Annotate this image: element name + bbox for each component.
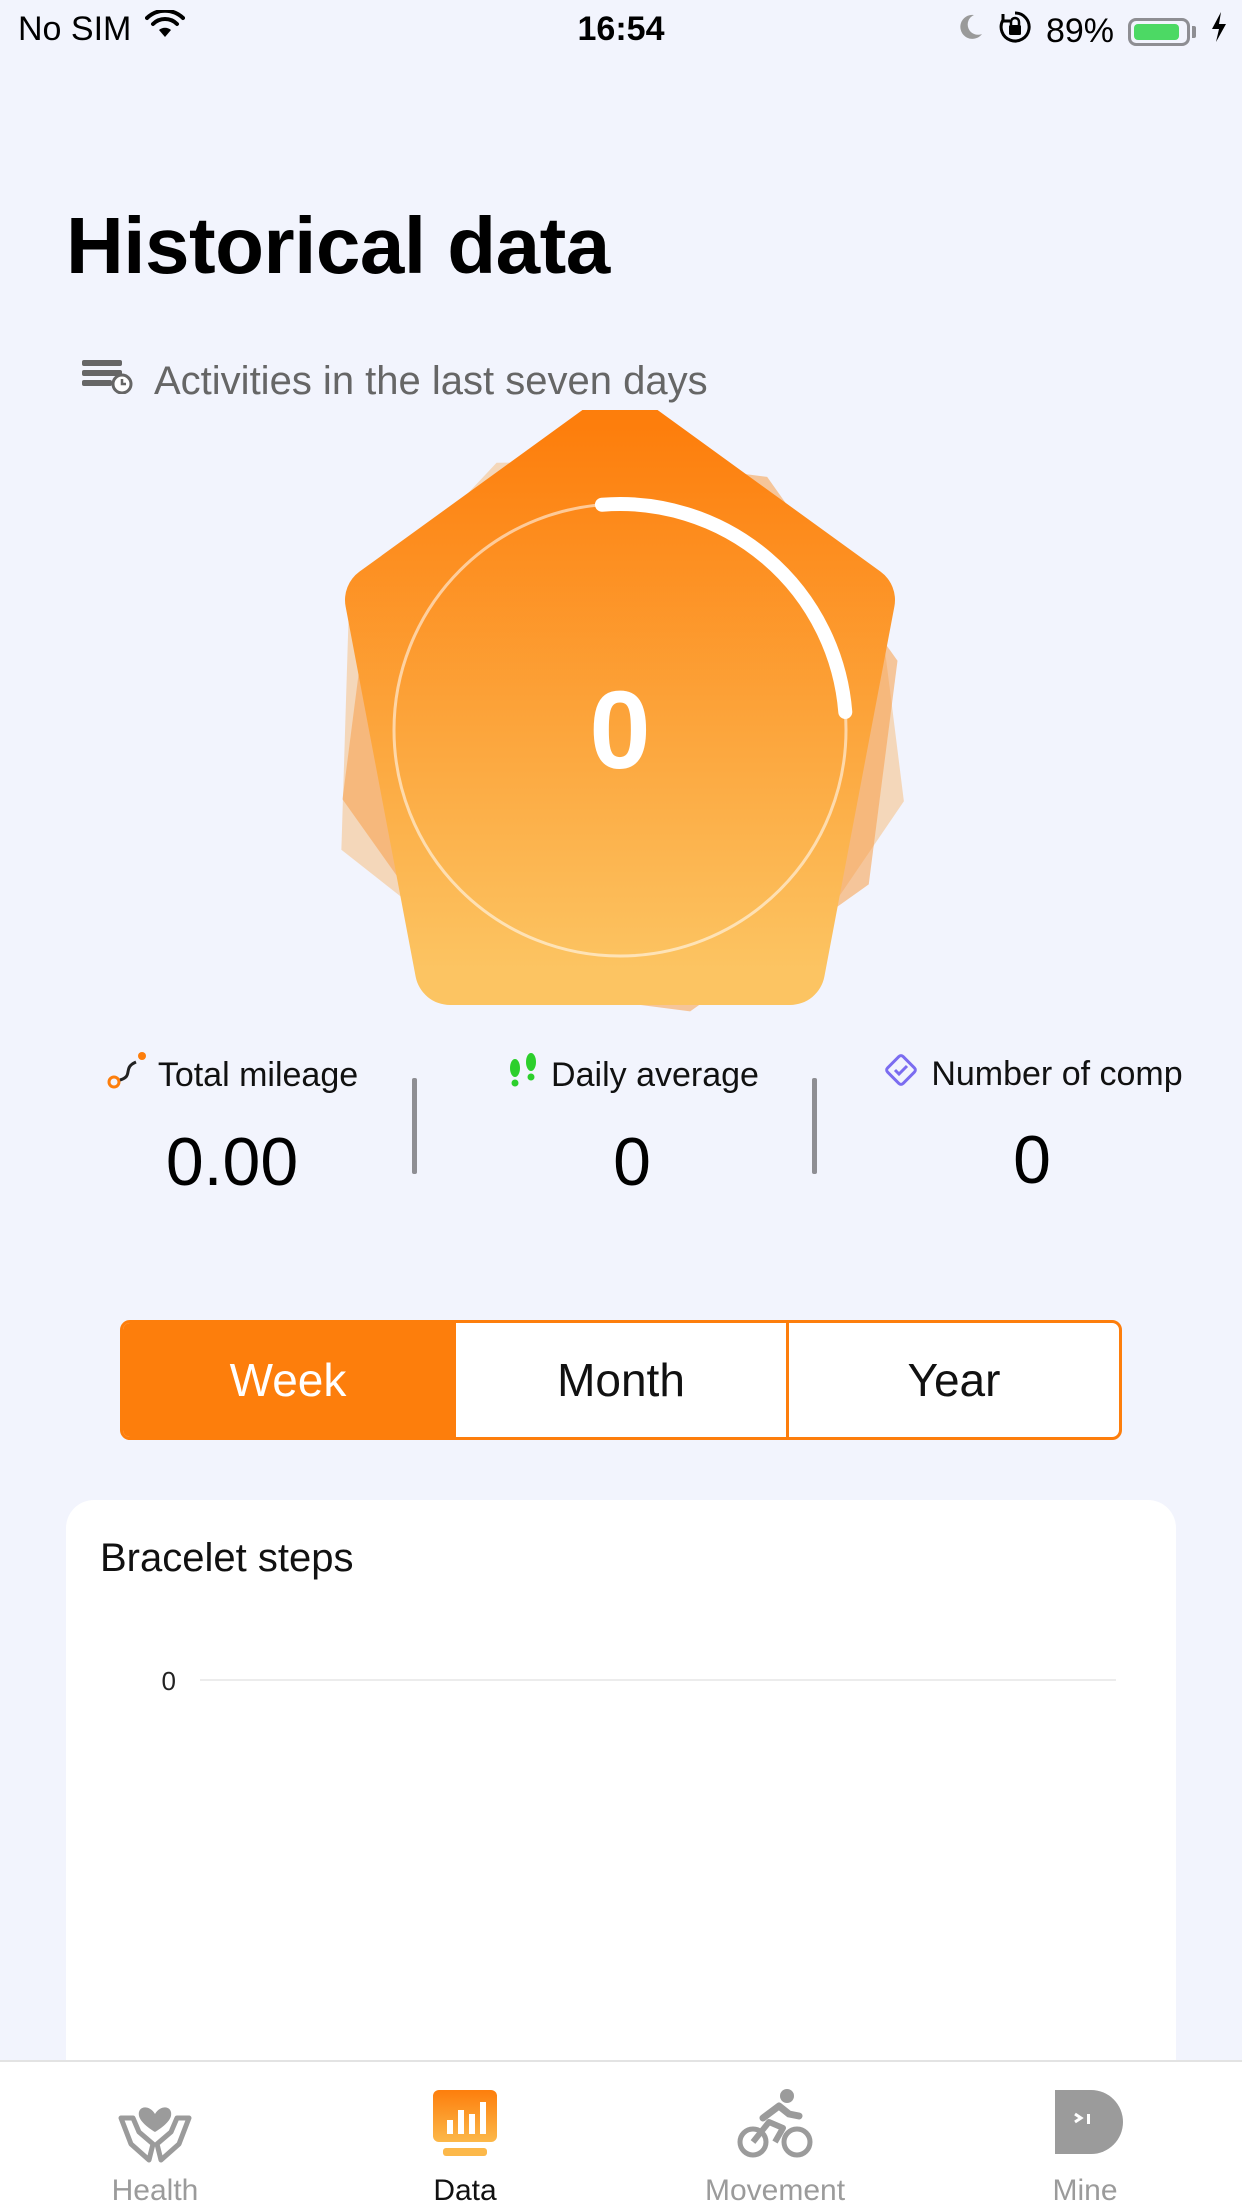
stat-label: Total mileage — [157, 1056, 359, 1094]
y-tick-label: 0 — [162, 1666, 176, 1696]
period-week-button[interactable]: Week — [123, 1323, 456, 1437]
calendar-clock-icon — [80, 358, 134, 404]
stat-divider — [412, 1078, 417, 1174]
tab-label: Movement — [704, 2174, 846, 2207]
battery-fill — [1134, 23, 1179, 40]
tab-label: Mine — [1052, 2174, 1118, 2207]
charging-bolt-icon — [1210, 11, 1228, 52]
moon-icon — [956, 12, 984, 51]
orientation-lock-icon — [998, 10, 1032, 53]
tab-movement[interactable]: Movement — [620, 2062, 930, 2210]
route-icon — [106, 1050, 148, 1101]
stat-label-row: Daily average — [432, 1050, 832, 1101]
tab-bar: Health Data Movement Mine — [0, 2060, 1242, 2210]
period-segmented-control: Week Month Year — [120, 1320, 1122, 1440]
stat-total-mileage: Total mileage 0.00 — [32, 1050, 432, 1201]
chart-monitor-icon — [425, 2084, 505, 2164]
battery-icon — [1128, 17, 1190, 46]
subtitle-text: Activities in the last seven days — [154, 358, 708, 403]
tab-label: Health — [111, 2174, 199, 2207]
stat-divider — [812, 1078, 817, 1174]
stat-value: 0.00 — [165, 1124, 299, 1200]
activities-subtitle: Activities in the last seven days — [80, 358, 708, 404]
status-bar: No SIM 16:54 89% — [0, 0, 1242, 62]
stat-value: 0 — [613, 1124, 651, 1200]
stat-label-row: Total mileage — [32, 1050, 432, 1101]
card-title: Bracelet steps — [100, 1536, 354, 1580]
stat-number-completed: Number of comp 0 — [832, 1050, 1232, 1199]
stat-value: 0 — [1013, 1122, 1051, 1198]
bracelet-steps-card: Bracelet steps 0 — [66, 1500, 1176, 2070]
activity-badge: 0 — [300, 391, 940, 1050]
cyclist-icon — [735, 2084, 815, 2164]
stat-label-row: Number of comp — [832, 1050, 1232, 1099]
tab-data[interactable]: Data — [310, 2062, 620, 2210]
tab-label: Data — [433, 2174, 497, 2207]
stat-daily-average: Daily average 0 — [432, 1050, 832, 1201]
stats-row: Total mileage 0.00 Daily average 0 Numbe… — [0, 1050, 1242, 1230]
diamond-check-icon — [881, 1050, 921, 1099]
status-bar-right: 89% — [956, 10, 1228, 53]
battery-tip — [1192, 25, 1196, 38]
battery-percent: 89% — [1045, 12, 1114, 50]
period-month-button[interactable]: Month — [456, 1323, 789, 1437]
period-year-button[interactable]: Year — [789, 1323, 1119, 1437]
footprints-icon — [505, 1050, 541, 1101]
page-title: Historical data — [66, 201, 610, 290]
steps-chart: 0 — [162, 1666, 1116, 1696]
tab-health[interactable]: Health — [0, 2062, 310, 2210]
stat-label: Number of comp — [931, 1055, 1183, 1093]
profile-bubble-icon — [1045, 2084, 1125, 2164]
activity-count: 0 — [589, 668, 651, 792]
stat-label: Daily average — [551, 1056, 759, 1094]
tab-mine[interactable]: Mine — [930, 2062, 1240, 2210]
hands-heart-icon — [115, 2084, 195, 2164]
